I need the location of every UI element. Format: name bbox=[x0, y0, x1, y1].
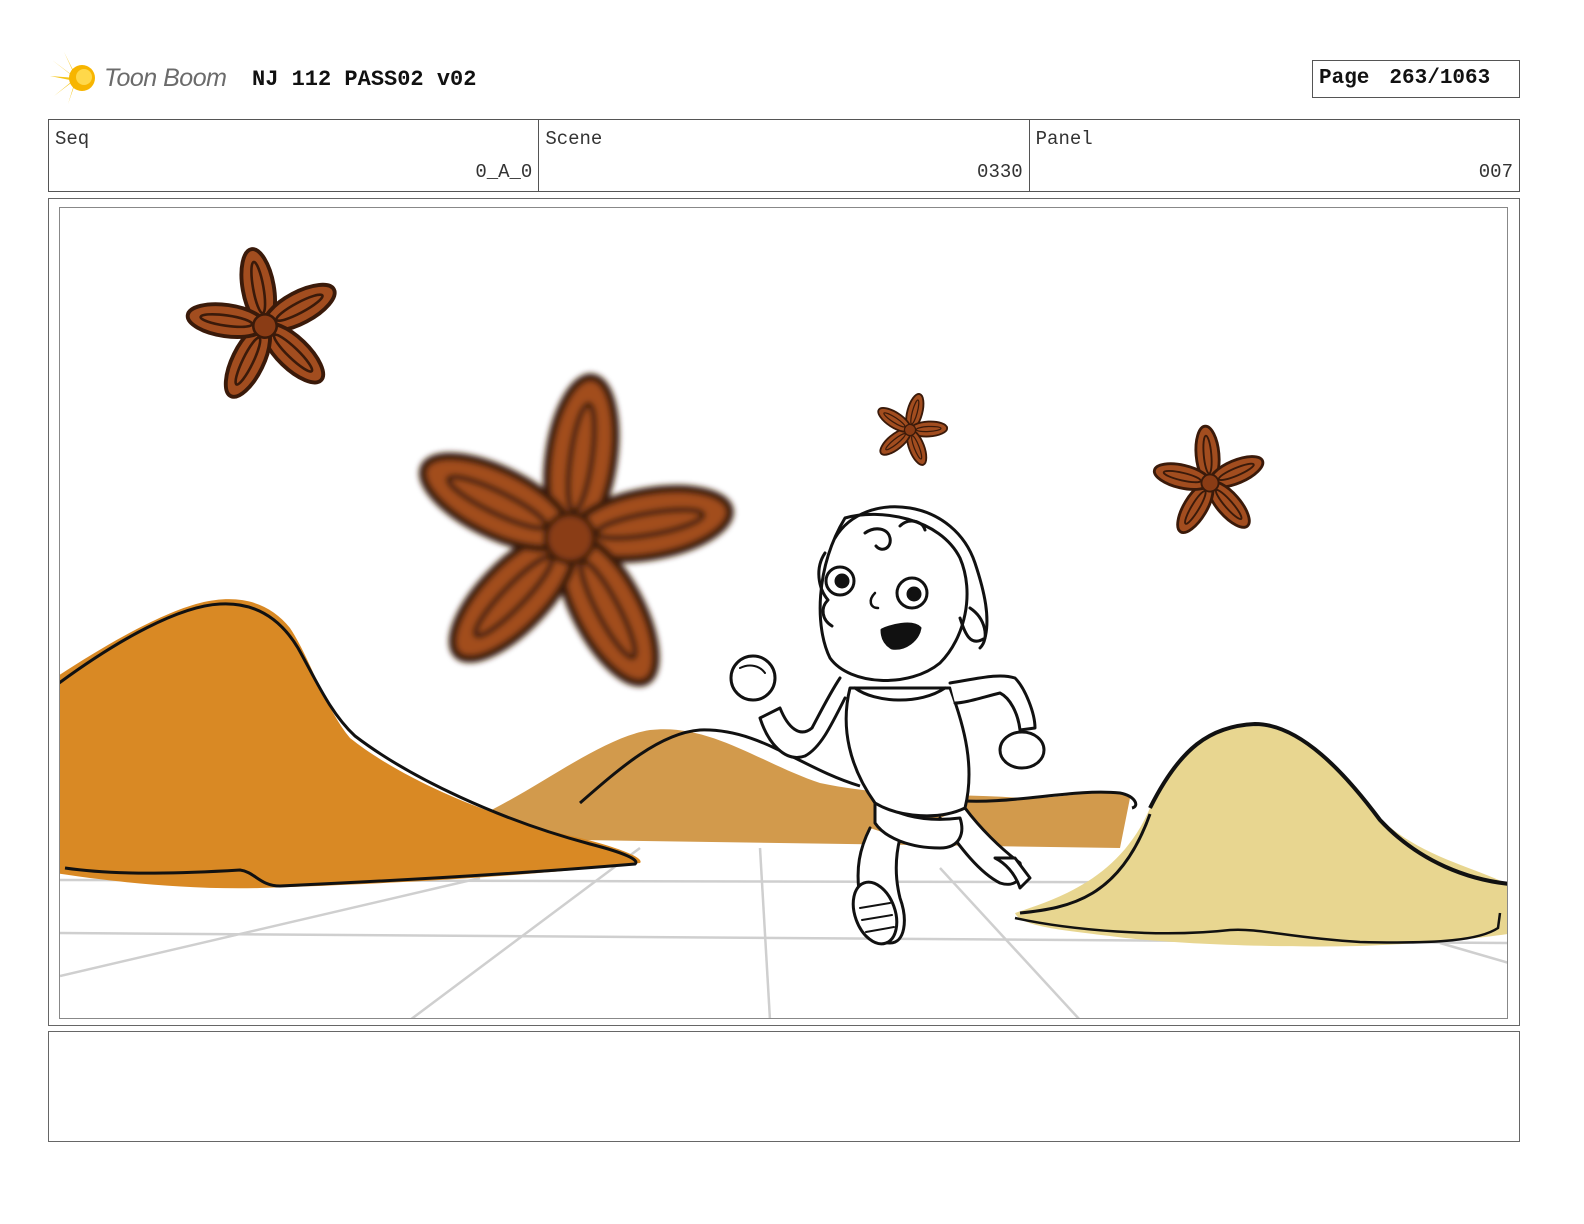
scene-label: Scene bbox=[545, 128, 603, 150]
storyboard-header: Toon Boom NJ 112 PASS02 v02 Page 263/1063 bbox=[48, 50, 1520, 110]
anise-right bbox=[1146, 419, 1274, 543]
page-number: 263/1063 bbox=[1389, 67, 1491, 90]
seq-value: 0_A_0 bbox=[475, 161, 533, 183]
panel-info-row: Seq 0_A_0 Scene 0330 Panel 007 bbox=[48, 119, 1520, 192]
panel-cell: Panel 007 bbox=[1030, 120, 1519, 191]
panel-image bbox=[59, 207, 1508, 1019]
blurred-anise-large bbox=[387, 355, 755, 710]
anise-small-center bbox=[863, 383, 957, 474]
logo-text: Toon Boom bbox=[104, 64, 227, 92]
scene-value: 0330 bbox=[977, 161, 1023, 183]
toon-boom-logo: Toon Boom bbox=[48, 50, 248, 110]
panel-frame bbox=[48, 198, 1520, 1026]
project-title: NJ 112 PASS02 v02 bbox=[252, 67, 477, 92]
page-label: Page bbox=[1319, 67, 1370, 90]
seq-label: Seq bbox=[55, 128, 90, 150]
panel-notes-box bbox=[48, 1031, 1520, 1142]
running-character bbox=[729, 505, 1046, 946]
panel-value: 007 bbox=[1478, 161, 1513, 183]
storyboard-drawing bbox=[60, 233, 1507, 1018]
orange-dune bbox=[60, 599, 641, 889]
seq-cell: Seq 0_A_0 bbox=[49, 120, 540, 191]
panel-label: Panel bbox=[1035, 128, 1093, 150]
sunburst-icon bbox=[50, 52, 95, 104]
anise-top-left bbox=[171, 233, 358, 413]
scene-cell: Scene 0330 bbox=[539, 120, 1030, 191]
page-indicator: Page 263/1063 bbox=[1312, 60, 1520, 98]
